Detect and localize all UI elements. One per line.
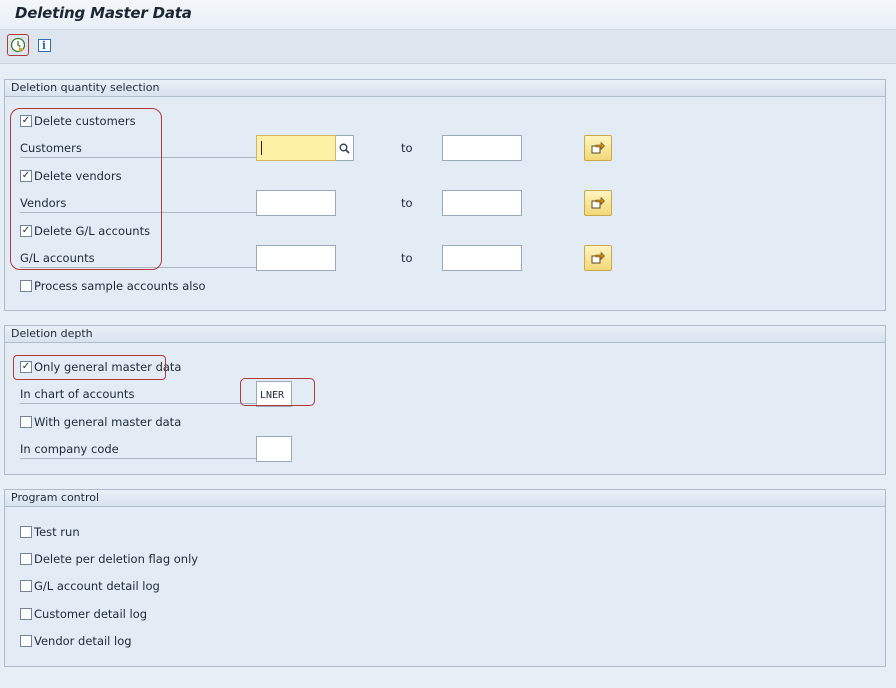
delete-customers-checkbox[interactable]: ✓ bbox=[20, 115, 32, 127]
vendor-detail-log-label: Vendor detail log bbox=[34, 634, 132, 648]
deletion-depth-header: Deletion depth bbox=[5, 326, 885, 343]
company-code-label: In company code bbox=[20, 442, 257, 459]
company-code-row: In company code bbox=[5, 436, 885, 462]
delete-gl-accounts-checkbox[interactable]: ✓ bbox=[20, 225, 32, 237]
program-control-group: Program control Test run Delete per dele… bbox=[4, 489, 886, 667]
test-run-checkbox[interactable] bbox=[20, 526, 32, 538]
process-sample-accounts-label: Process sample accounts also bbox=[34, 279, 206, 293]
page-title: Deleting Master Data bbox=[15, 4, 192, 22]
multiple-selection-arrow-icon bbox=[591, 196, 605, 209]
only-general-row: ✓ Only general master data bbox=[5, 357, 885, 377]
program-control-header: Program control bbox=[5, 490, 885, 507]
gl-accounts-from-input[interactable] bbox=[256, 245, 336, 271]
gl-account-detail-log-checkbox[interactable] bbox=[20, 580, 32, 592]
vendors-to-label: to bbox=[401, 196, 413, 210]
customers-multiple-selection-button[interactable] bbox=[584, 135, 612, 161]
only-general-master-data-label: Only general master data bbox=[34, 360, 182, 374]
delete-flag-only-row: Delete per deletion flag only bbox=[5, 549, 885, 569]
process-sample-accounts-checkbox[interactable] bbox=[20, 280, 32, 292]
deletion-quantity-header: Deletion quantity selection bbox=[5, 80, 885, 97]
vendors-multiple-selection-button[interactable] bbox=[584, 190, 612, 216]
customer-detail-log-row: Customer detail log bbox=[5, 604, 885, 624]
customers-to-label: to bbox=[401, 141, 413, 155]
footer-area bbox=[0, 672, 896, 688]
multiple-selection-arrow-icon bbox=[591, 251, 605, 264]
title-bar: Deleting Master Data bbox=[0, 0, 896, 30]
gl-accounts-multiple-selection-button[interactable] bbox=[584, 245, 612, 271]
info-button[interactable]: i bbox=[33, 34, 55, 56]
chart-of-accounts-input[interactable]: LNER bbox=[256, 381, 292, 407]
gl-accounts-to-input[interactable] bbox=[442, 245, 522, 271]
with-general-row: With general master data bbox=[5, 412, 885, 432]
magnifier-icon bbox=[339, 143, 350, 154]
deletion-quantity-group: Deletion quantity selection ✓ Delete cus… bbox=[4, 79, 886, 311]
delete-per-deletion-flag-label: Delete per deletion flag only bbox=[34, 552, 199, 566]
customers-row: Customers to bbox=[5, 135, 885, 161]
gl-accounts-to-label: to bbox=[401, 251, 413, 265]
delete-vendors-label: Delete vendors bbox=[34, 169, 122, 183]
annotation-highlight bbox=[10, 108, 162, 270]
vendor-detail-log-row: Vendor detail log bbox=[5, 631, 885, 651]
customers-label: Customers bbox=[20, 141, 257, 158]
vendors-from-input[interactable] bbox=[256, 190, 336, 216]
multiple-selection-arrow-icon bbox=[591, 141, 605, 154]
customers-from-input[interactable] bbox=[256, 135, 336, 161]
gl-accounts-row: G/L accounts to bbox=[5, 245, 885, 271]
application-toolbar: i bbox=[0, 30, 896, 64]
execute-clock-icon bbox=[10, 37, 26, 53]
test-run-label: Test run bbox=[34, 525, 80, 539]
delete-gl-row: ✓ Delete G/L accounts bbox=[5, 221, 885, 241]
only-general-master-data-checkbox[interactable]: ✓ bbox=[20, 361, 32, 373]
chart-of-accounts-row: In chart of accounts LNER bbox=[5, 381, 885, 407]
gl-detail-log-row: G/L account detail log bbox=[5, 576, 885, 596]
test-run-row: Test run bbox=[5, 522, 885, 542]
info-icon: i bbox=[37, 38, 51, 52]
deletion-depth-group: Deletion depth ✓ Only general master dat… bbox=[4, 325, 886, 475]
gl-account-detail-log-label: G/L account detail log bbox=[34, 579, 160, 593]
delete-customers-label: Delete customers bbox=[34, 114, 136, 128]
company-code-input[interactable] bbox=[256, 436, 292, 462]
text-caret bbox=[261, 141, 262, 155]
vendors-to-input[interactable] bbox=[442, 190, 522, 216]
customer-detail-log-label: Customer detail log bbox=[34, 607, 148, 621]
delete-vendors-checkbox[interactable]: ✓ bbox=[20, 170, 32, 182]
with-general-master-data-label: With general master data bbox=[34, 415, 182, 429]
customers-search-help-button[interactable] bbox=[336, 135, 354, 161]
delete-gl-accounts-label: Delete G/L accounts bbox=[34, 224, 151, 238]
delete-per-deletion-flag-checkbox[interactable] bbox=[20, 553, 32, 565]
gl-accounts-label: G/L accounts bbox=[20, 251, 257, 268]
chart-of-accounts-label: In chart of accounts bbox=[20, 387, 257, 404]
execute-button[interactable] bbox=[7, 34, 29, 56]
delete-customers-row: ✓ Delete customers bbox=[5, 111, 885, 131]
vendor-detail-log-checkbox[interactable] bbox=[20, 635, 32, 647]
vendors-label: Vendors bbox=[20, 196, 257, 213]
with-general-master-data-checkbox[interactable] bbox=[20, 416, 32, 428]
process-sample-row: Process sample accounts also bbox=[5, 276, 885, 296]
customers-to-input[interactable] bbox=[442, 135, 522, 161]
customer-detail-log-checkbox[interactable] bbox=[20, 608, 32, 620]
delete-vendors-row: ✓ Delete vendors bbox=[5, 166, 885, 186]
vendors-row: Vendors to bbox=[5, 190, 885, 216]
